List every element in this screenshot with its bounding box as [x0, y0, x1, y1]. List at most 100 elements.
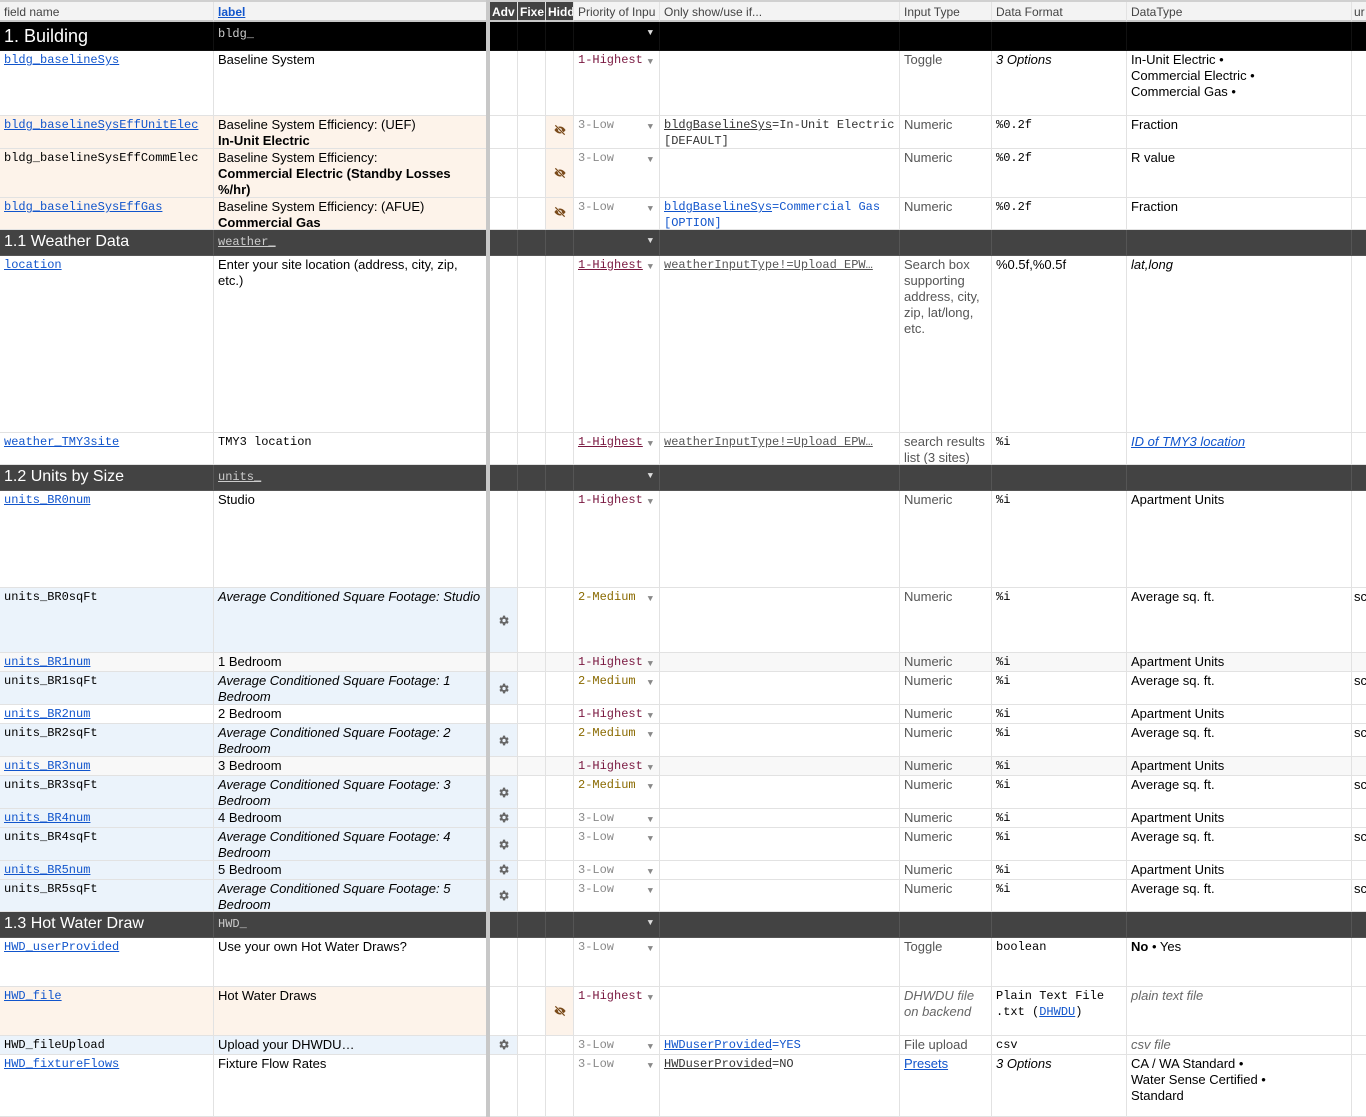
priority-dropdown[interactable]: 3-Low ▼ — [574, 880, 660, 912]
priority-dropdown[interactable]: 2-Medium ▼ — [574, 724, 660, 757]
col-header-data-type[interactable]: DataType — [1127, 2, 1352, 22]
fixed-cell[interactable] — [518, 938, 546, 987]
hidden-cell[interactable] — [546, 491, 574, 588]
col-header-field-name[interactable]: field name — [0, 2, 214, 22]
advanced-cell[interactable] — [490, 1036, 518, 1055]
advanced-cell[interactable] — [490, 828, 518, 861]
priority-dropdown[interactable]: 3-Low ▼ — [574, 861, 660, 880]
hidden-cell[interactable] — [546, 1036, 574, 1055]
priority-dropdown[interactable]: 3-Low ▼ — [574, 938, 660, 987]
hidden-cell[interactable] — [546, 433, 574, 465]
advanced-cell[interactable] — [490, 51, 518, 116]
hidden-cell[interactable] — [546, 51, 574, 116]
fixed-cell[interactable] — [518, 987, 546, 1036]
col-header-data-format[interactable]: Data Format — [992, 2, 1127, 22]
advanced-cell[interactable] — [490, 705, 518, 724]
priority-dropdown[interactable]: ▼ — [574, 465, 660, 491]
hidden-cell[interactable] — [546, 588, 574, 653]
hidden-cell[interactable] — [546, 724, 574, 757]
condition-variable-link[interactable]: bldgBaselineSys — [664, 118, 772, 132]
hidden-cell[interactable] — [546, 880, 574, 912]
field-name-link[interactable]: weather_TMY3site — [4, 435, 119, 449]
field-name-link[interactable]: bldg_baselineSysEffGas — [4, 200, 162, 214]
dhwdu-link[interactable]: DHWDU — [1039, 1005, 1075, 1019]
fixed-cell[interactable] — [518, 1055, 546, 1117]
hidden-cell[interactable] — [546, 938, 574, 987]
fixed-cell[interactable] — [518, 51, 546, 116]
fixed-cell[interactable] — [518, 724, 546, 757]
col-header-units[interactable]: ur — [1352, 2, 1366, 22]
advanced-cell[interactable] — [490, 653, 518, 672]
priority-dropdown[interactable]: ▼ — [574, 912, 660, 938]
hidden-cell[interactable] — [546, 653, 574, 672]
advanced-cell[interactable] — [490, 880, 518, 912]
hidden-cell[interactable] — [546, 828, 574, 861]
advanced-cell[interactable] — [490, 1055, 518, 1117]
field-name-link[interactable]: HWD_userProvided — [4, 940, 119, 954]
advanced-cell[interactable] — [490, 256, 518, 433]
advanced-cell[interactable] — [490, 433, 518, 465]
data-type-link[interactable]: ID of TMY3 location — [1131, 434, 1245, 449]
fixed-cell[interactable] — [518, 116, 546, 149]
fixed-cell[interactable] — [518, 1036, 546, 1055]
advanced-cell[interactable] — [490, 987, 518, 1036]
field-name-link[interactable]: units_BR4num — [4, 811, 90, 825]
advanced-cell[interactable] — [490, 938, 518, 987]
condition-cell[interactable]: weatherInputType!=Upload EPW… — [660, 433, 900, 465]
fixed-cell[interactable] — [518, 149, 546, 198]
advanced-cell[interactable] — [490, 776, 518, 809]
advanced-cell[interactable] — [490, 588, 518, 653]
advanced-cell[interactable] — [490, 861, 518, 880]
priority-dropdown[interactable]: 2-Medium ▼ — [574, 776, 660, 809]
hidden-cell[interactable] — [546, 776, 574, 809]
col-header-input-type[interactable]: Input Type — [900, 2, 992, 22]
hidden-cell[interactable] — [546, 705, 574, 724]
condition-variable-link[interactable]: HWDuserProvided — [664, 1038, 772, 1052]
priority-dropdown[interactable]: 2-Medium ▼ — [574, 588, 660, 653]
priority-dropdown[interactable]: ▼ — [574, 22, 660, 51]
hidden-cell[interactable] — [546, 672, 574, 705]
priority-dropdown[interactable]: 3-Low ▼ — [574, 809, 660, 828]
priority-dropdown[interactable]: 2-Medium ▼ — [574, 672, 660, 705]
hidden-cell[interactable] — [546, 809, 574, 828]
hidden-cell[interactable] — [546, 861, 574, 880]
advanced-cell[interactable] — [490, 491, 518, 588]
col-header-priority[interactable]: Priority of Inpu — [574, 2, 660, 22]
field-name-link[interactable]: HWD_fixtureFlows — [4, 1057, 119, 1071]
hidden-cell[interactable] — [546, 757, 574, 776]
priority-dropdown[interactable]: 1-Highest ▼ — [574, 705, 660, 724]
hidden-cell[interactable] — [546, 987, 574, 1036]
fixed-cell[interactable] — [518, 433, 546, 465]
field-name-link[interactable]: units_BR2num — [4, 707, 90, 721]
advanced-cell[interactable] — [490, 724, 518, 757]
fixed-cell[interactable] — [518, 672, 546, 705]
fixed-cell[interactable] — [518, 809, 546, 828]
hidden-cell[interactable] — [546, 198, 574, 230]
field-name-link[interactable]: bldg_baselineSys — [4, 53, 119, 67]
priority-dropdown[interactable]: 3-Low ▼ — [574, 1055, 660, 1117]
fixed-cell[interactable] — [518, 828, 546, 861]
col-header-label[interactable]: label — [214, 2, 487, 22]
field-name-link[interactable]: bldg_baselineSysEffUnitElec — [4, 118, 198, 132]
field-name-link[interactable]: units_BR1num — [4, 655, 90, 669]
hidden-cell[interactable] — [546, 256, 574, 433]
priority-dropdown[interactable]: ▼ — [574, 230, 660, 256]
advanced-cell[interactable] — [490, 149, 518, 198]
advanced-cell[interactable] — [490, 809, 518, 828]
col-header-advanced[interactable]: Adv — [490, 2, 518, 22]
advanced-cell[interactable] — [490, 757, 518, 776]
fixed-cell[interactable] — [518, 861, 546, 880]
priority-dropdown[interactable]: 3-Low ▼ — [574, 1036, 660, 1055]
field-name-link[interactable]: units_BR3num — [4, 759, 90, 773]
advanced-cell[interactable] — [490, 672, 518, 705]
fixed-cell[interactable] — [518, 653, 546, 672]
advanced-cell[interactable] — [490, 116, 518, 149]
fixed-cell[interactable] — [518, 757, 546, 776]
condition-cell[interactable]: weatherInputType!=Upload EPW… — [660, 256, 900, 433]
field-name-link[interactable]: location — [4, 258, 62, 272]
fixed-cell[interactable] — [518, 256, 546, 433]
advanced-cell[interactable] — [490, 198, 518, 230]
priority-dropdown[interactable]: 1-Highest ▼ — [574, 256, 660, 433]
presets-link[interactable]: Presets — [904, 1056, 948, 1071]
fixed-cell[interactable] — [518, 880, 546, 912]
